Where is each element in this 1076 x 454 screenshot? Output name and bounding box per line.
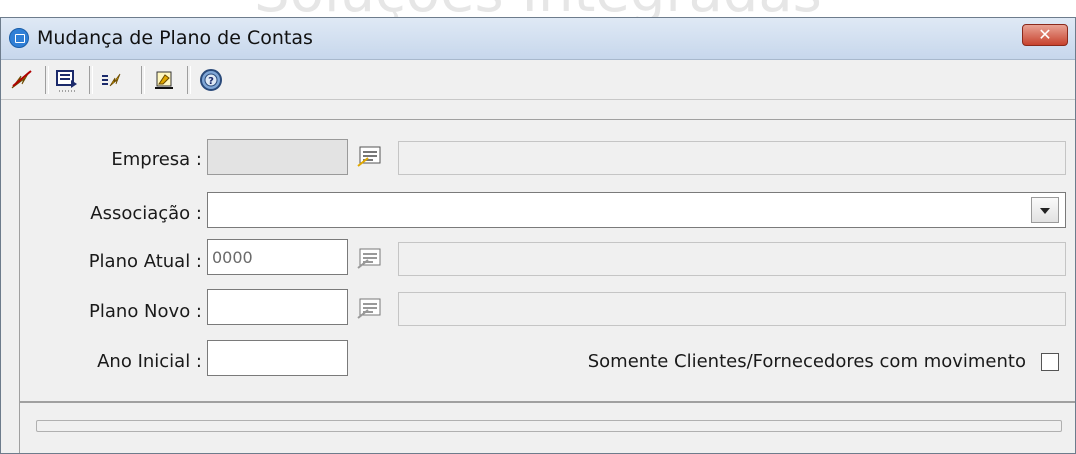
plano-atual-field[interactable] <box>207 239 348 275</box>
close-button[interactable]: ✕ <box>1022 24 1068 46</box>
associacao-label: Associação : <box>90 203 202 224</box>
somente-movimento-label: Somente Clientes/Fornecedores com movime… <box>587 351 1026 372</box>
report-icon[interactable] <box>151 66 179 94</box>
plano-atual-description-field <box>398 242 1066 276</box>
plano-novo-field[interactable] <box>207 289 348 325</box>
associacao-select[interactable] <box>207 192 1066 228</box>
ano-inicial-field[interactable] <box>207 340 348 376</box>
title-bar[interactable]: Mudança de Plano de Contas ✕ <box>1 18 1075 60</box>
svg-text:?: ? <box>208 76 214 87</box>
chevron-down-icon[interactable] <box>1031 197 1059 223</box>
ano-inicial-label: Ano Inicial : <box>97 351 202 372</box>
somente-movimento-checkbox[interactable] <box>1041 353 1059 371</box>
window-app-icon <box>9 28 29 48</box>
plano-atual-label: Plano Atual : <box>88 251 202 272</box>
empresa-code-field[interactable] <box>207 139 348 175</box>
plano-novo-lookup-icon[interactable] <box>356 296 386 322</box>
toolbar-separator <box>141 66 145 94</box>
confirm-icon[interactable] <box>9 66 37 94</box>
toolbar-separator <box>187 66 191 94</box>
help-icon[interactable]: ? <box>197 66 225 94</box>
empresa-label: Empresa : <box>111 149 202 170</box>
main-window: Mudança de Plano de Contas ✕ ? Empresa:… <box>0 17 1076 454</box>
progress-bar <box>36 420 1062 432</box>
toolbar-separator <box>45 66 49 94</box>
toolbar: ? <box>1 60 1075 100</box>
process-icon[interactable] <box>97 66 125 94</box>
plano-atual-lookup-icon[interactable] <box>356 246 386 272</box>
form-panel: Empresa : Associação : Plano Atual : 000… <box>19 119 1075 403</box>
toolbar-separator <box>89 66 93 94</box>
window-title: Mudança de Plano de Contas <box>37 27 313 49</box>
status-panel <box>19 401 1075 453</box>
empresa-lookup-icon[interactable] <box>356 144 386 170</box>
empresa-description-field <box>398 141 1066 175</box>
plano-novo-description-field <box>398 292 1066 326</box>
edit-list-icon[interactable] <box>53 66 81 94</box>
plano-novo-label: Plano Novo : <box>89 301 202 322</box>
